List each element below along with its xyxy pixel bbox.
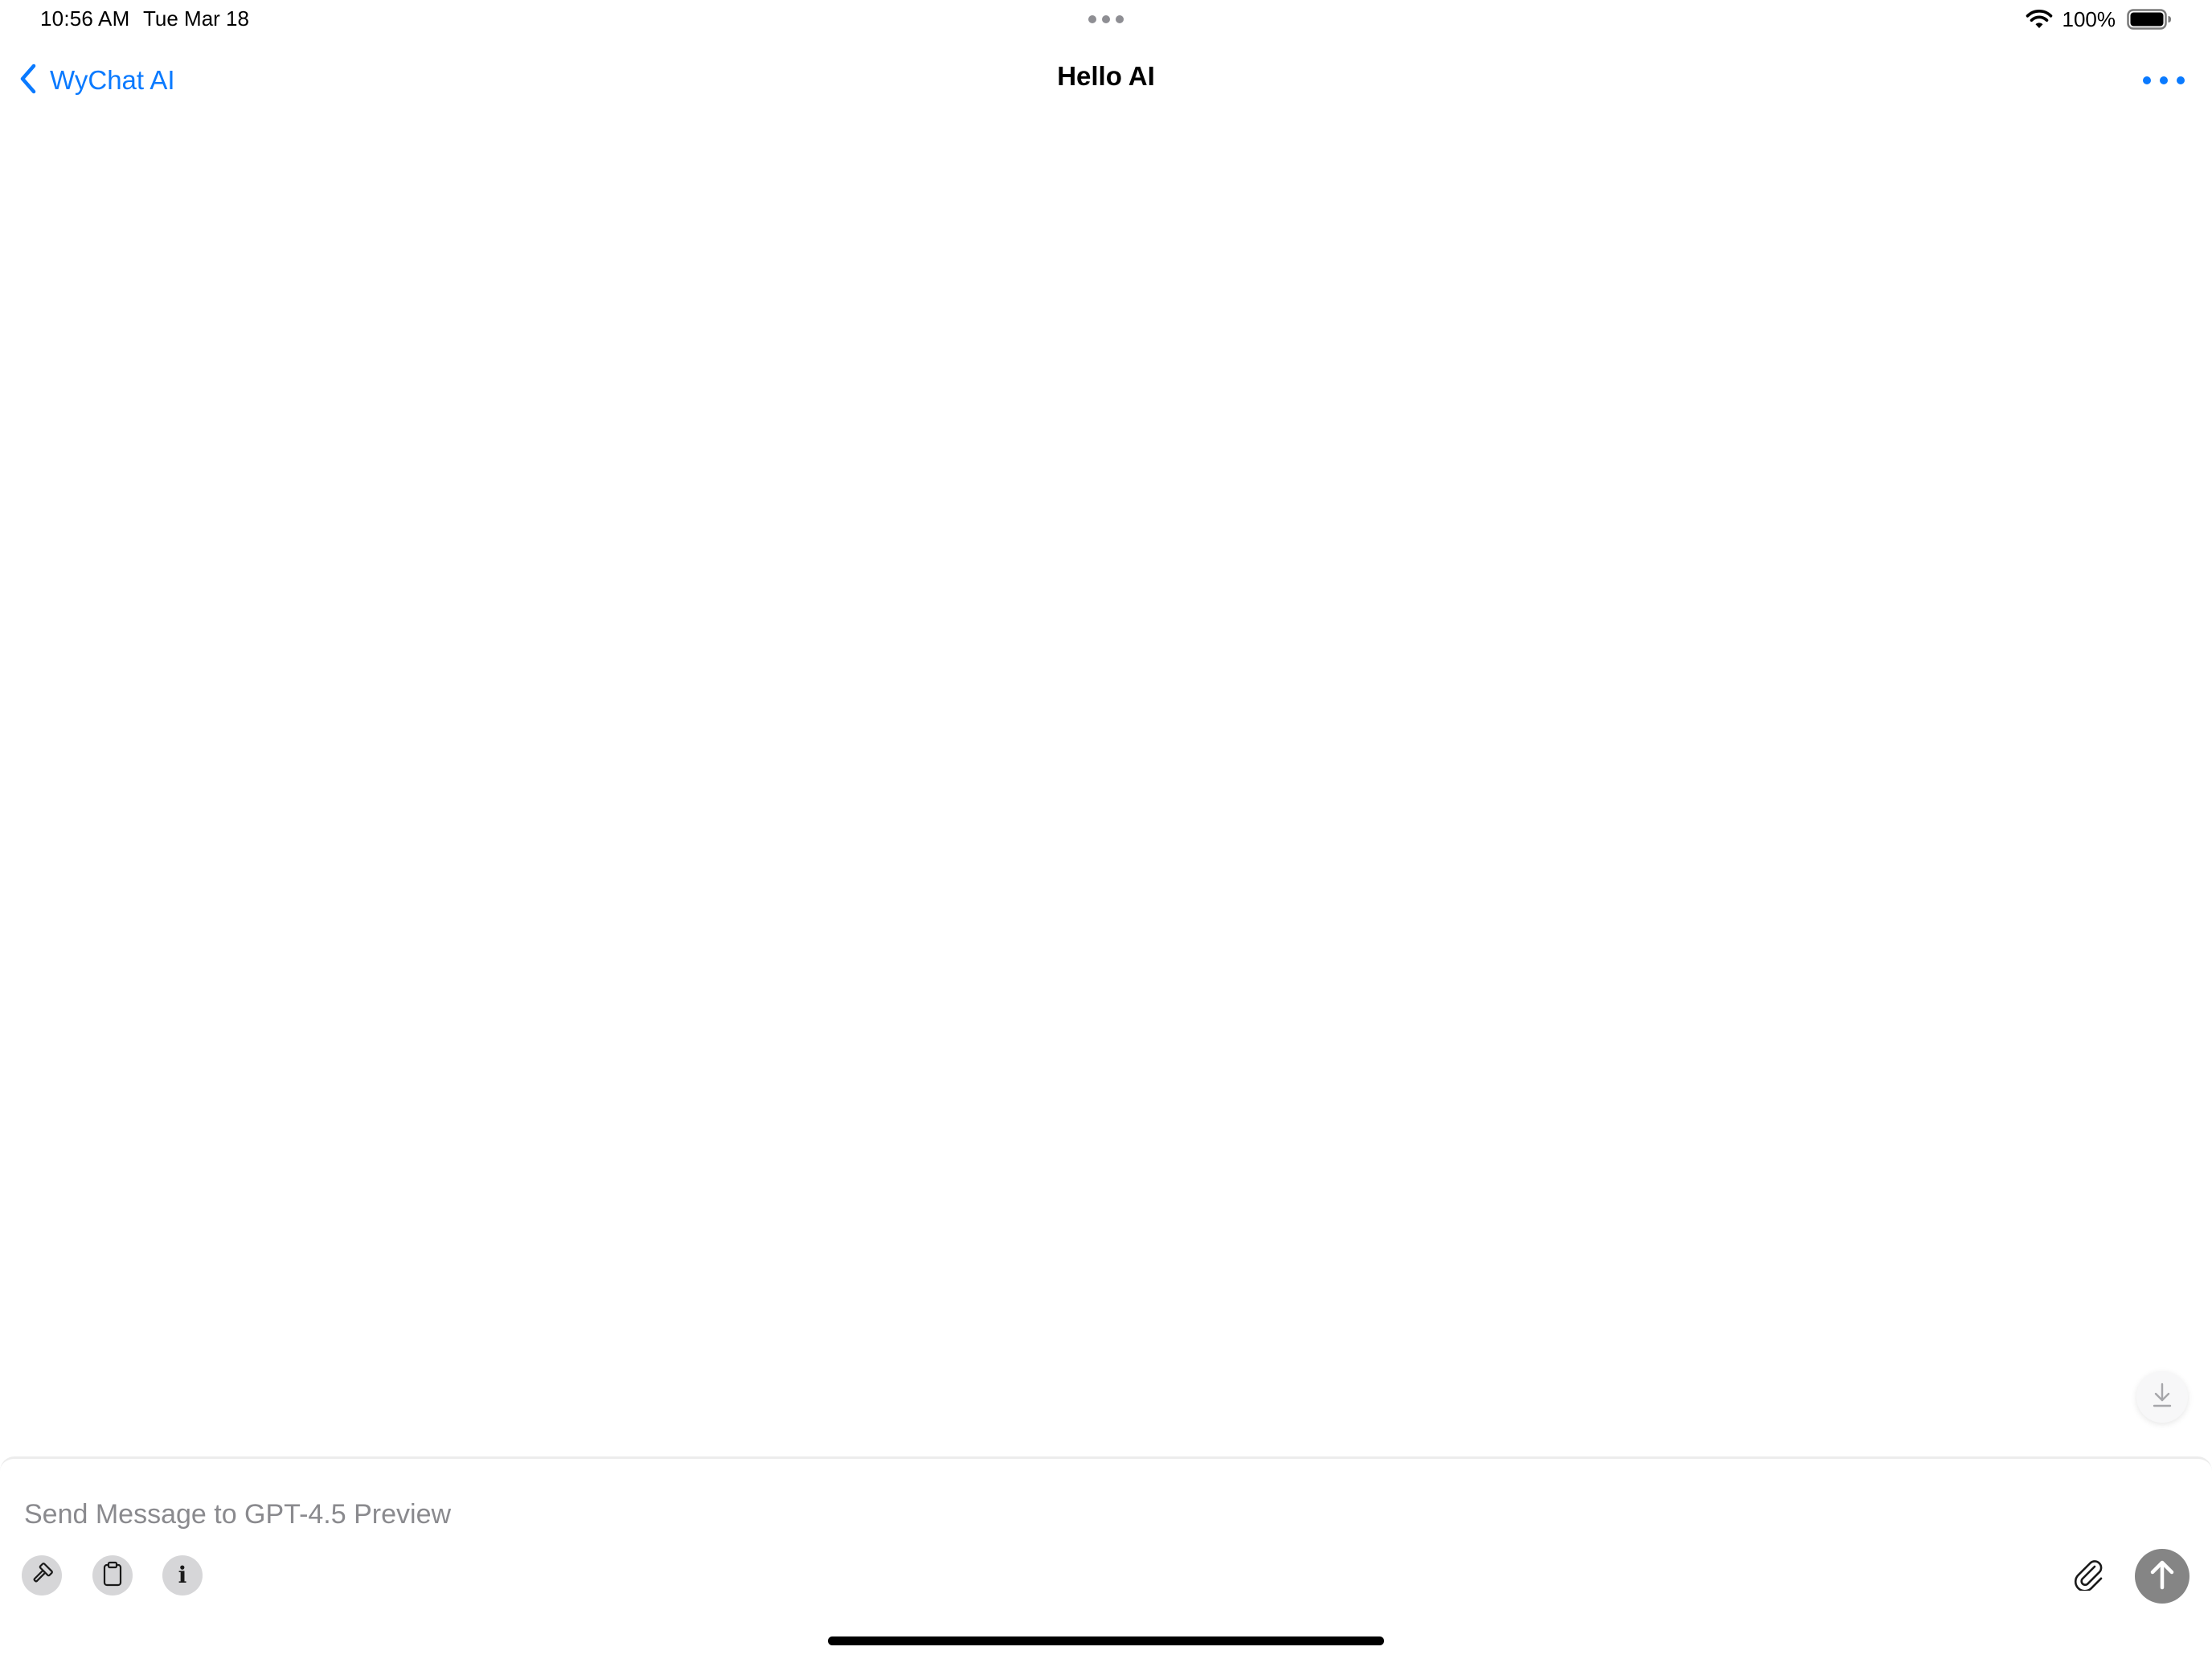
- clipboard-button[interactable]: [92, 1555, 133, 1596]
- chat-screen: 10:56 AM Tue Mar 18 100% WyChat AI Hello…: [0, 0, 2212, 1659]
- status-date: Tue Mar 18: [143, 6, 249, 31]
- multitasking-dots-icon[interactable]: [1088, 14, 1124, 24]
- attach-button[interactable]: [2066, 1552, 2111, 1597]
- arrow-down-to-line-icon: [2150, 1382, 2174, 1413]
- scroll-to-bottom-button[interactable]: [2136, 1371, 2188, 1423]
- message-composer: i: [0, 1456, 2212, 1659]
- clipboard-icon: [102, 1561, 123, 1591]
- battery-percentage: 100%: [2062, 6, 2116, 31]
- info-button[interactable]: i: [162, 1555, 203, 1596]
- status-time: 10:56 AM: [40, 6, 130, 31]
- page-title: Hello AI: [1057, 61, 1155, 91]
- status-bar: 10:56 AM Tue Mar 18 100%: [0, 0, 2212, 40]
- hammer-icon: [30, 1562, 54, 1590]
- status-right: 100%: [2026, 5, 2173, 34]
- message-input[interactable]: [24, 1493, 1953, 1536]
- tools-button[interactable]: [22, 1555, 62, 1596]
- battery-icon: [2127, 9, 2172, 30]
- info-icon: i: [178, 1562, 187, 1588]
- more-options-icon[interactable]: [2140, 63, 2188, 98]
- arrow-up-icon: [2148, 1559, 2177, 1595]
- home-indicator[interactable]: [828, 1636, 1384, 1645]
- paperclip-icon: [2071, 1555, 2106, 1595]
- wifi-icon: [2026, 9, 2053, 30]
- navigation-bar: WyChat AI Hello AI: [0, 48, 2212, 113]
- send-button[interactable]: [2135, 1549, 2189, 1604]
- chat-message-area[interactable]: [0, 113, 2212, 1456]
